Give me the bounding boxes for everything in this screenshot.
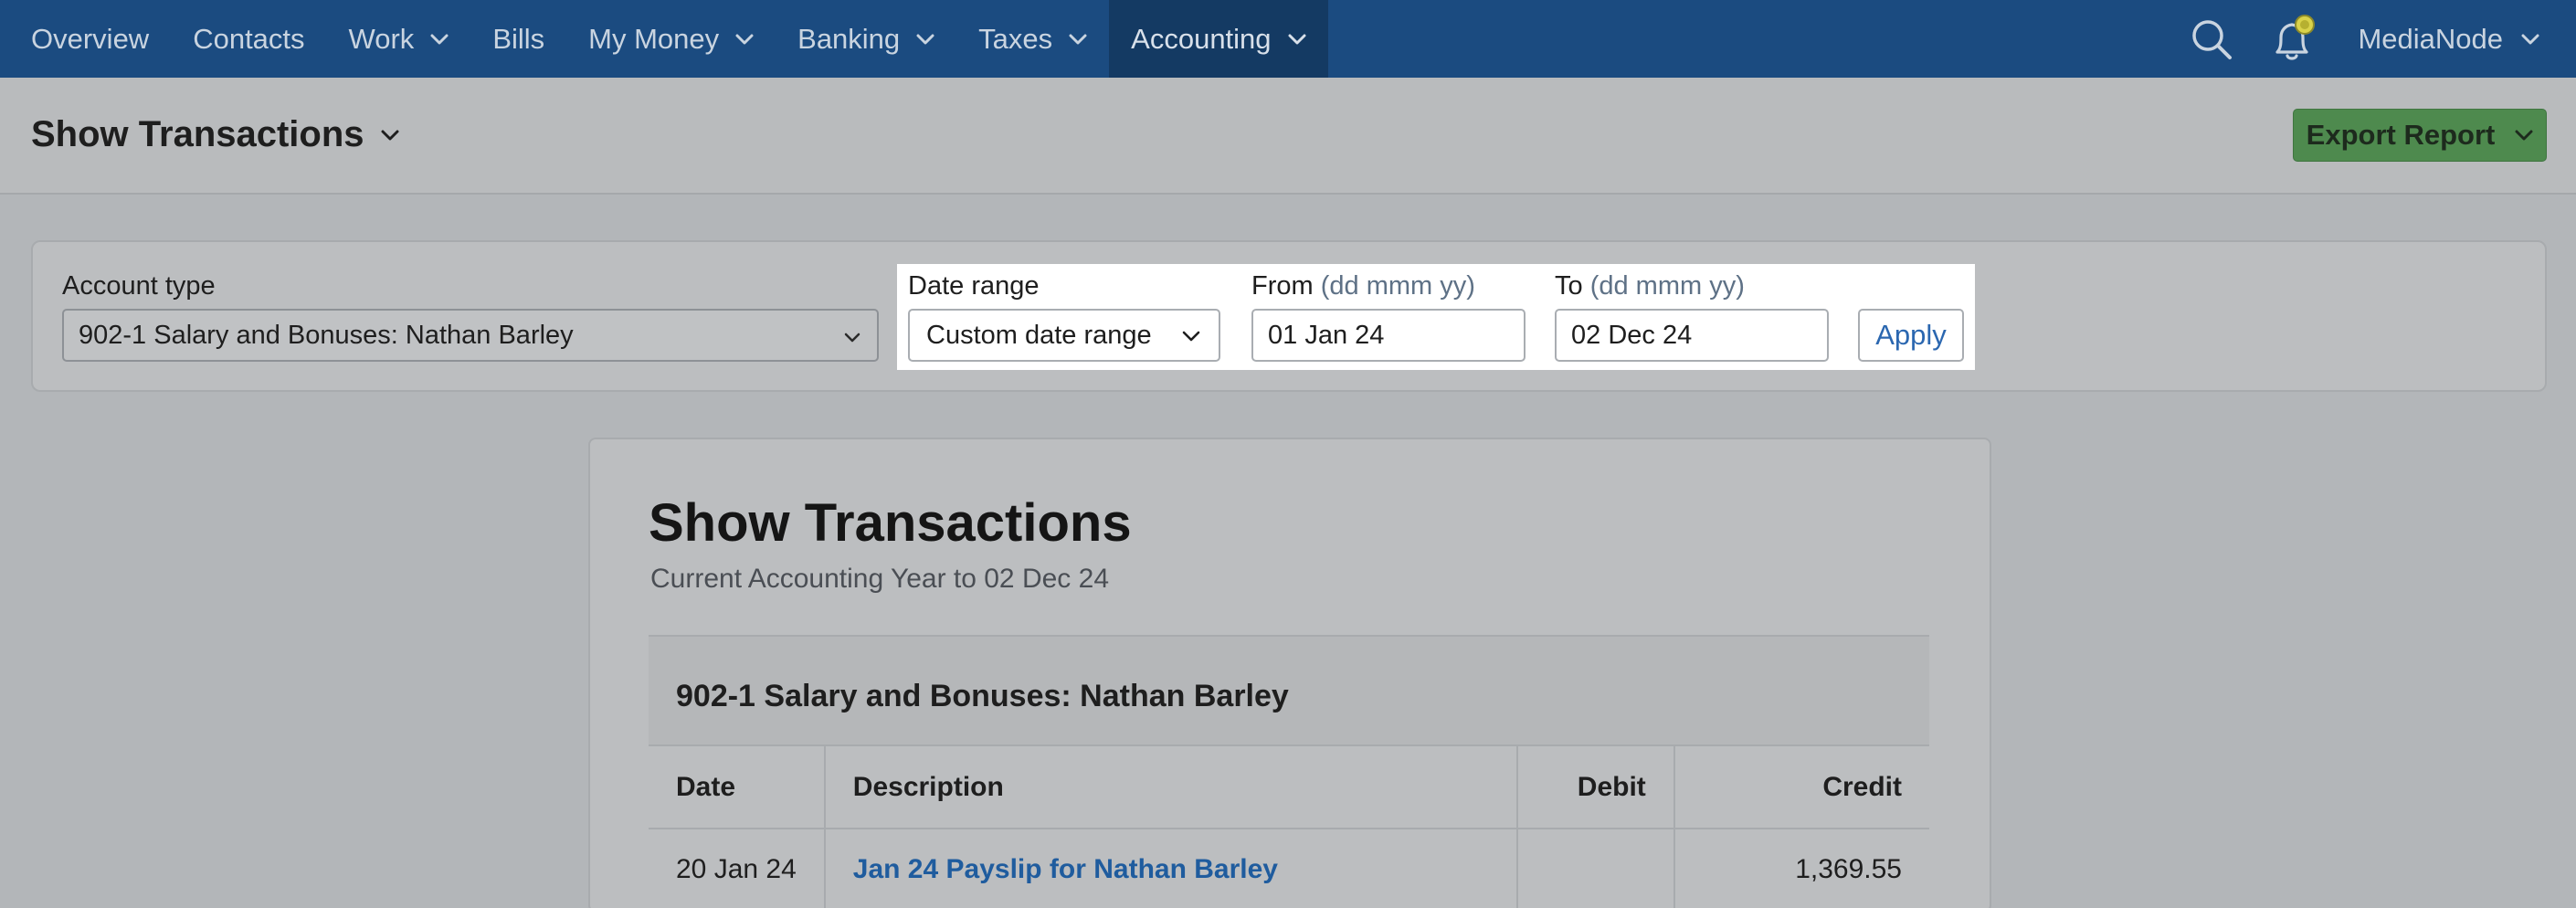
bell-icon bbox=[2275, 14, 2316, 60]
from-label-text: From bbox=[1251, 271, 1314, 301]
from-label: From (dd mmm yy) bbox=[1251, 271, 1475, 301]
report-subtitle: Current Accounting Year to 02 Dec 24 bbox=[650, 564, 1110, 594]
account-type-label: Account type bbox=[62, 271, 216, 301]
account-heading: 902-1 Salary and Bonuses: Nathan Barley bbox=[676, 679, 1289, 713]
report-card: Show Transactions Current Accounting Yea… bbox=[588, 438, 1991, 908]
table-header-row: Date Description Debit Credit bbox=[649, 746, 1929, 829]
nav-right: MediaNode bbox=[2184, 0, 2576, 78]
account-type-value: 902-1 Salary and Bonuses: Nathan Barley bbox=[79, 320, 574, 350]
col-date: Date bbox=[649, 746, 826, 829]
nav-my-money[interactable]: My Money bbox=[566, 0, 776, 78]
chevron-down-icon bbox=[2521, 34, 2539, 44]
chevron-down-icon bbox=[844, 333, 860, 343]
user-menu[interactable]: MediaNode bbox=[2349, 23, 2576, 56]
user-name: MediaNode bbox=[2358, 22, 2503, 55]
nav-taxes[interactable]: Taxes bbox=[956, 0, 1109, 78]
page-title-dropdown[interactable]: Show Transactions bbox=[31, 114, 399, 155]
to-date-field bbox=[1555, 309, 1951, 362]
to-label: To (dd mmm yy) bbox=[1555, 271, 1745, 301]
apply-label: Apply bbox=[1875, 319, 1947, 351]
nav-work[interactable]: Work bbox=[327, 0, 471, 78]
page-title: Show Transactions bbox=[31, 114, 364, 154]
account-heading-row: 902-1 Salary and Bonuses: Nathan Barley bbox=[649, 637, 1929, 746]
from-format-hint: (dd mmm yy) bbox=[1320, 271, 1475, 301]
date-range-value: Custom date range bbox=[926, 320, 1152, 350]
nav-banking[interactable]: Banking bbox=[776, 0, 956, 78]
nav-label: Accounting bbox=[1131, 22, 1272, 55]
nav-label: Overview bbox=[31, 22, 150, 55]
chevron-down-icon bbox=[2515, 130, 2533, 141]
apply-button[interactable]: Apply bbox=[1858, 309, 1964, 362]
nav-label: Banking bbox=[797, 22, 901, 55]
report-title: Show Transactions bbox=[649, 493, 1132, 553]
chevron-down-icon bbox=[1288, 34, 1306, 44]
export-report-button[interactable]: Export Report bbox=[2293, 109, 2547, 162]
chevron-down-icon bbox=[1182, 331, 1200, 342]
col-description: Description bbox=[824, 746, 1518, 829]
nav-label: Taxes bbox=[978, 22, 1053, 55]
transactions-table: Date Description Debit Credit 20 Jan 24 … bbox=[649, 746, 1929, 908]
nav-overview[interactable]: Overview bbox=[0, 0, 171, 78]
date-range-label: Date range bbox=[908, 271, 1040, 301]
date-range-select[interactable]: Custom date range bbox=[908, 309, 1220, 362]
row-credit: 1,369.55 bbox=[1673, 829, 1929, 908]
row-debit bbox=[1516, 829, 1675, 908]
chevron-down-icon bbox=[735, 34, 754, 44]
col-debit: Debit bbox=[1516, 746, 1675, 829]
notifications-button[interactable] bbox=[2266, 12, 2321, 67]
row-date: 20 Jan 24 bbox=[649, 829, 826, 908]
chevron-down-icon bbox=[430, 34, 449, 44]
search-icon bbox=[2192, 19, 2233, 59]
chevron-down-icon bbox=[381, 130, 399, 140]
nav-label: Contacts bbox=[193, 22, 305, 55]
nav-label: Bills bbox=[492, 22, 545, 55]
payslip-link[interactable]: Jan 24 Payslip for Nathan Barley bbox=[853, 854, 1278, 884]
chevron-down-icon bbox=[916, 34, 934, 44]
to-label-text: To bbox=[1555, 271, 1583, 301]
nav-accounting[interactable]: Accounting bbox=[1109, 0, 1328, 78]
export-report-label: Export Report bbox=[2306, 119, 2496, 151]
account-type-select[interactable]: 902-1 Salary and Bonuses: Nathan Barley bbox=[62, 309, 879, 362]
from-date-field bbox=[1251, 309, 1648, 362]
top-nav: Overview Contacts Work Bills My Money Ba… bbox=[0, 0, 2576, 78]
nav-bills[interactable]: Bills bbox=[470, 0, 566, 78]
nav-label: Work bbox=[348, 22, 415, 55]
nav-label: My Money bbox=[588, 22, 720, 55]
to-format-hint: (dd mmm yy) bbox=[1589, 271, 1745, 301]
search-button[interactable] bbox=[2184, 12, 2239, 67]
col-credit: Credit bbox=[1673, 746, 1929, 829]
page-header: Show Transactions Export Report bbox=[0, 78, 2576, 195]
chevron-down-icon bbox=[1069, 34, 1087, 44]
nav-contacts[interactable]: Contacts bbox=[171, 0, 326, 78]
row-description-cell: Jan 24 Payslip for Nathan Barley bbox=[824, 829, 1518, 908]
table-row: 20 Jan 24 Jan 24 Payslip for Nathan Barl… bbox=[649, 829, 1929, 908]
